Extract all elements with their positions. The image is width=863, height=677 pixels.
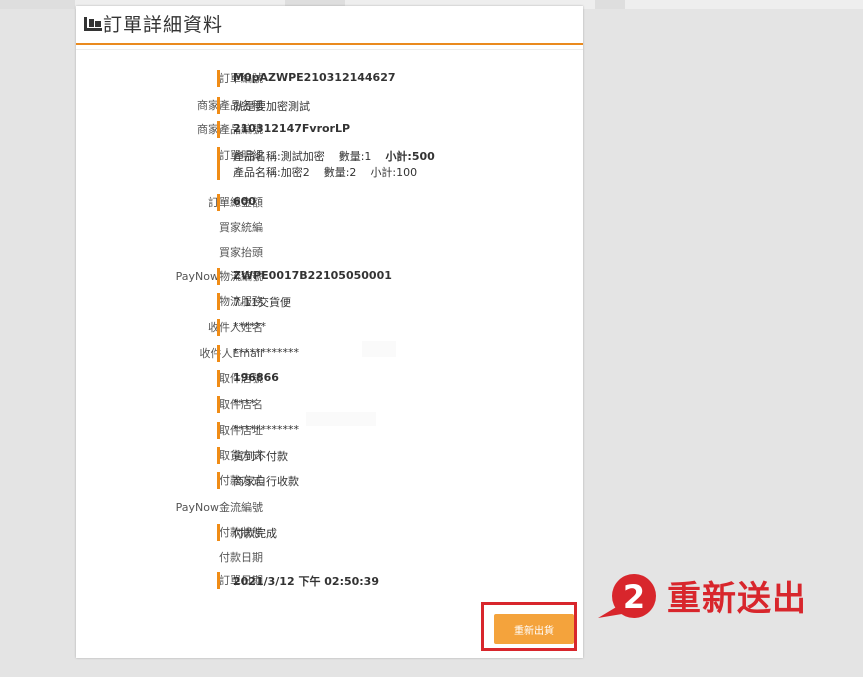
detail-value: ************ — [233, 346, 299, 359]
detail-value: 貨到不付款 — [233, 450, 288, 463]
order-item-line: 產品名稱:測試加密 數量:1 小計:500 — [233, 148, 435, 164]
detail-value: 600 — [233, 195, 256, 208]
detail-value: ****** — [233, 320, 266, 333]
detail-value: ************ — [233, 423, 299, 436]
button-highlight-box — [481, 602, 577, 651]
order-item-line: 產品名稱:加密2 數量:2 小計:100 — [233, 164, 417, 180]
detail-row: 買家統編 — [76, 219, 583, 239]
accent-bar — [217, 370, 220, 387]
redaction-mark — [306, 412, 376, 426]
detail-row: 商家產品編號 210312147FvrorLP — [76, 121, 583, 141]
accent-bar — [217, 447, 220, 464]
item-subtotal: 小計:100 — [370, 166, 418, 179]
panel-header: 訂單詳細資料 — [76, 6, 583, 50]
accent-bar — [217, 147, 220, 180]
detail-value: **** — [233, 397, 255, 410]
detail-value: 2021/3/12 下午 02:50:39 — [233, 575, 379, 588]
accent-bar — [217, 268, 220, 285]
step-marker-icon: 2 — [598, 574, 656, 618]
detail-row: 訂單編號 M0pAZWPE210312144627 — [76, 70, 583, 90]
page-title: 訂單詳細資料 — [103, 14, 224, 36]
detail-row: 物流服務 7-11交貨便 — [76, 293, 583, 313]
detail-value: ZWPE0017B22105050001 — [233, 269, 392, 282]
accent-bar — [217, 293, 220, 310]
accent-bar — [217, 345, 220, 362]
step-number: 2 — [623, 578, 645, 616]
order-detail-panel: 訂單詳細資料 訂單編號 M0pAZWPE210312144627 商家產品名稱 就是要… — [76, 6, 583, 658]
detail-row: PayNow金流編號 — [76, 499, 583, 519]
accent-bar — [217, 422, 220, 439]
header-divider — [76, 43, 583, 45]
item-name: 產品名稱:加密2 — [233, 166, 310, 179]
detail-label: 付款日期 — [219, 551, 263, 564]
accent-bar — [217, 97, 220, 114]
detail-row: 商家產品名稱 就是要加密測試 — [76, 97, 583, 117]
strip-segment — [625, 0, 863, 9]
accent-bar — [217, 70, 220, 87]
detail-row: 付款狀態 付款完成 — [76, 524, 583, 544]
detail-value: 210312147FvrorLP — [233, 122, 351, 135]
detail-value: 7-11交貨便 — [233, 296, 291, 309]
detail-value: 付款完成 — [233, 527, 277, 540]
accent-bar — [217, 472, 220, 489]
detail-label: 買家統編 — [219, 221, 263, 234]
item-subtotal: 小計:500 — [385, 150, 435, 163]
detail-row: 收件人Email ************ — [76, 345, 583, 365]
accent-bar — [217, 194, 220, 211]
detail-row: 訂單明細 產品名稱:測試加密 數量:1 小計:500 產品名稱:加密2 數量:2 小計:10… — [76, 147, 583, 180]
detail-value: M0pAZWPE210312144627 — [233, 71, 396, 84]
detail-row: 付款方式 商家自行收款 — [76, 472, 583, 492]
step-callout: 2 重新送出 — [596, 566, 856, 628]
detail-row: 取件店號 196866 — [76, 370, 583, 390]
accent-bar — [217, 524, 220, 541]
detail-row: 訂單總金額 600 — [76, 194, 583, 214]
accent-bar — [217, 319, 220, 336]
accent-bar — [217, 572, 220, 589]
callout-text: 重新送出 — [667, 579, 807, 619]
detail-value: 商家自行收款 — [233, 475, 299, 488]
accent-bar — [217, 396, 220, 413]
redaction-mark — [362, 341, 396, 357]
item-qty: 數量:1 — [338, 150, 372, 163]
detail-row: 付款日期 — [76, 549, 583, 569]
detail-row: 買家抬頭 — [76, 244, 583, 264]
detail-row: 取貨方式 貨到不付款 — [76, 447, 583, 467]
detail-row: 訂單日期 2021/3/12 下午 02:50:39 — [76, 572, 583, 592]
detail-row: 收件人姓名 ****** — [76, 319, 583, 339]
header-divider-thin — [76, 49, 583, 50]
accent-bar — [217, 121, 220, 138]
detail-label: 買家抬頭 — [219, 246, 263, 259]
item-qty: 數量:2 — [323, 166, 357, 179]
detail-row: PayNow物流編號ZWPE0017B22105050001 — [76, 268, 583, 288]
detail-label: PayNow金流編號 — [175, 501, 263, 514]
detail-value: 就是要加密測試 — [233, 100, 310, 113]
detail-value: 196866 — [233, 371, 279, 384]
package-icon — [84, 17, 102, 31]
item-name: 產品名稱:測試加密 — [233, 150, 325, 163]
